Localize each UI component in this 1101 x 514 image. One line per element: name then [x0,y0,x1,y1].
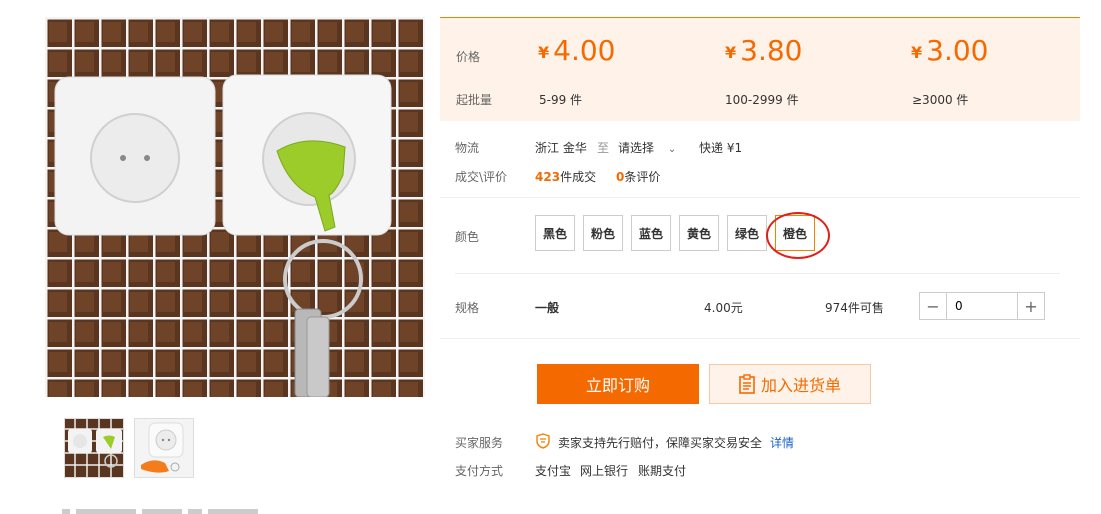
divider [455,273,1060,274]
deals-text: 件成交 [560,170,597,184]
logistics-origin: 浙江 金华 [535,141,587,155]
moq-tier-2: 100-2999 件 [725,93,799,107]
reviews-text: 条评价 [624,170,661,184]
payment-label: 支付方式 [455,464,504,478]
moq-label: 起批量 [456,93,493,107]
highlight-circle-annotation [766,212,830,259]
deals-count: 423 [535,170,561,184]
logistics-row: 物流 [455,139,479,156]
main-product-photo[interactable] [45,17,425,397]
service-label: 买家服务 [455,436,504,450]
service-row: 买家服务 [455,434,503,451]
gallery-footer-cropped [62,506,362,514]
increment-button[interactable]: + [1018,293,1044,319]
price-tier-2: ¥3.80 [725,34,802,67]
thumbnail-1[interactable] [64,418,124,478]
logistics-label: 物流 [455,141,480,155]
divider [440,338,1080,339]
add-to-cart-button[interactable]: 加入进货单 [709,364,871,404]
payment-method-credit: 账期支付 [638,464,687,478]
spec-stock: 974件可售 [825,301,884,315]
service-details-link[interactable]: 详情 [770,434,794,451]
payment-method-alipay: 支付宝 [535,464,572,478]
add-to-cart-label: 加入进货单 [760,376,841,395]
payment-row: 支付方式 [455,462,503,479]
currency-symbol: ¥ [911,43,923,62]
destination-select[interactable]: 请选择 ⌄ [618,139,676,156]
chevron-down-icon: ⌄ [667,144,677,155]
price-label: 价格 [456,50,481,64]
price-box: 价格 起批量 ¥4.00 ¥3.80 ¥3.00 5-99 件 100-2999… [440,18,1080,121]
buy-now-label: 立即订购 [585,376,650,395]
deals-info: 423件成交 [535,168,596,185]
quantity-input[interactable] [946,293,1018,319]
sales-row: 成交\评价 [455,168,507,185]
price-value: 3.80 [740,34,803,67]
shipping-fee: 快递 ¥1 [699,141,743,155]
moq-tier-1: 5-99 件 [539,93,583,107]
color-row: 颜色 [455,228,479,245]
currency-symbol: ¥ [538,43,550,62]
price-value: 3.00 [926,34,989,67]
price-value: 4.00 [553,34,616,67]
color-option-blue[interactable]: 蓝色 [631,215,671,251]
decrement-button[interactable]: − [920,293,946,319]
divider [440,197,1080,198]
price-tier-3: ¥3.00 [911,34,988,67]
currency-symbol: ¥ [725,43,737,62]
service-text: 卖家支持先行赔付，保障买家交易安全 [558,436,763,450]
spec-label: 规格 [455,301,480,315]
moq-tier-3: ≥3000 件 [912,93,969,107]
destination-select-value: 请选择 [618,141,655,155]
color-option-pink[interactable]: 粉色 [583,215,623,251]
color-option-green[interactable]: 绿色 [727,215,767,251]
color-option-yellow[interactable]: 黄色 [679,215,719,251]
quantity-stepper: − + [919,292,1045,320]
color-label: 颜色 [455,230,480,244]
payment-method-online-banking: 网上银行 [580,464,629,478]
color-option-black[interactable]: 黑色 [535,215,575,251]
clipboard-icon [739,374,755,394]
reviews-info[interactable]: 0条评价 [616,168,660,185]
buy-now-button[interactable]: 立即订购 [537,364,699,404]
spec-price: 4.00元 [704,301,743,315]
logistics-to: 至 [597,141,610,155]
shield-icon [536,433,550,449]
price-tier-1: ¥4.00 [538,34,615,67]
spec-row: 规格 [455,299,479,316]
sales-label: 成交\评价 [455,170,508,184]
spec-name: 一般 [535,301,560,315]
thumbnail-2[interactable] [134,418,194,478]
